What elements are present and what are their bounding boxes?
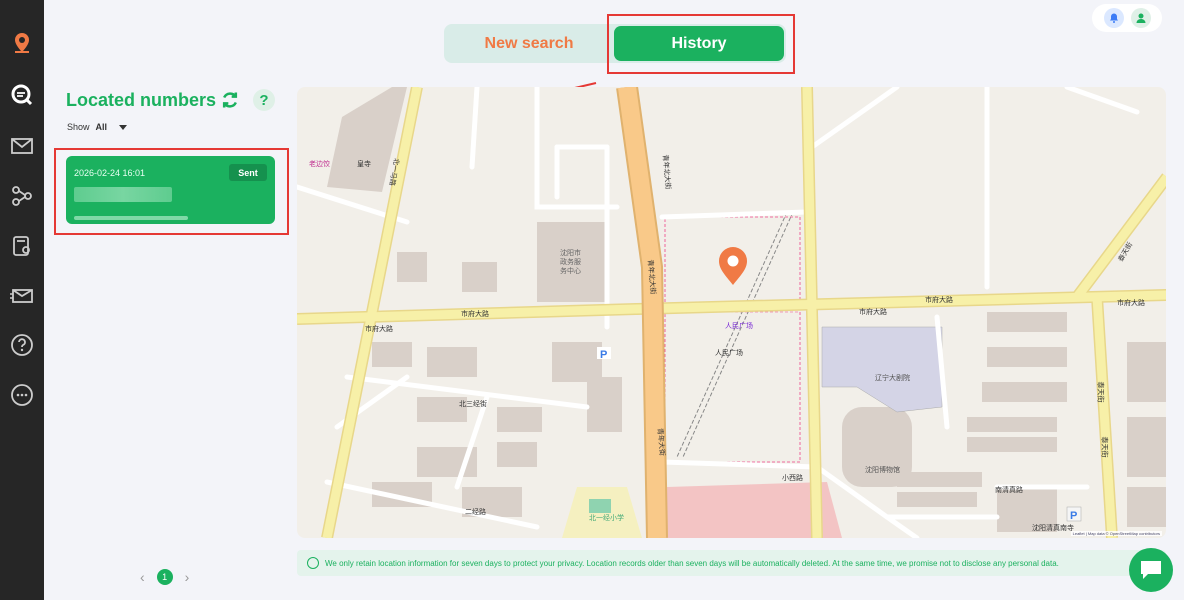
map-label: 市府大路 [461, 311, 489, 318]
map-label: 沈阳市 政务服 务中心 [560, 250, 581, 275]
svg-text:P: P [1070, 510, 1077, 522]
live-chat-button[interactable] [1129, 548, 1173, 592]
location-pin-icon [719, 247, 747, 285]
map-label: 市府大路 [1117, 300, 1145, 307]
privacy-notice-text: We only retain location information for … [325, 558, 1059, 568]
map-label: 人民广场 [725, 323, 753, 330]
map-label: 沈阳清真南寺 [1032, 525, 1074, 532]
map-view[interactable]: P P 市府大路 市府大路 市府大路 市府大路 市府大路 人民广场 人民广场 沈… [297, 87, 1166, 538]
pagination: ‹ 1 › [140, 569, 189, 585]
map-label: 沈阳博物馆 [865, 467, 900, 474]
svg-text:P: P [600, 349, 607, 361]
prev-page-button[interactable]: ‹ [140, 569, 145, 585]
map-label: 北三经街 [459, 401, 487, 408]
privacy-notice: We only retain location information for … [297, 550, 1166, 576]
map-label: 人民广场 [715, 350, 743, 357]
map-label: 小西路 [782, 475, 803, 482]
page-1-button[interactable]: 1 [156, 569, 173, 585]
map-label: 老边饺 [309, 161, 330, 168]
map-label: 泰天街 [1100, 436, 1108, 458]
map-label: 市府大路 [365, 326, 393, 333]
map-label: 市府大路 [925, 297, 953, 304]
map-label: 市府大路 [859, 309, 887, 316]
map-label: 二经路 [465, 509, 486, 516]
map-label: 北一经小学 [589, 515, 624, 522]
shield-icon [307, 557, 319, 569]
map-label: 南清真路 [995, 487, 1023, 494]
map-attribution[interactable]: Leaflet | Map data © OpenStreetMap contr… [1070, 531, 1162, 536]
map-label: 泰天街 [1096, 381, 1104, 403]
map-tiles: P P [297, 87, 1166, 538]
chat-icon [1141, 561, 1161, 579]
next-page-button[interactable]: › [185, 569, 190, 585]
map-label: 皇寺 [357, 161, 371, 168]
map-label: 辽宁大剧院 [875, 375, 910, 382]
